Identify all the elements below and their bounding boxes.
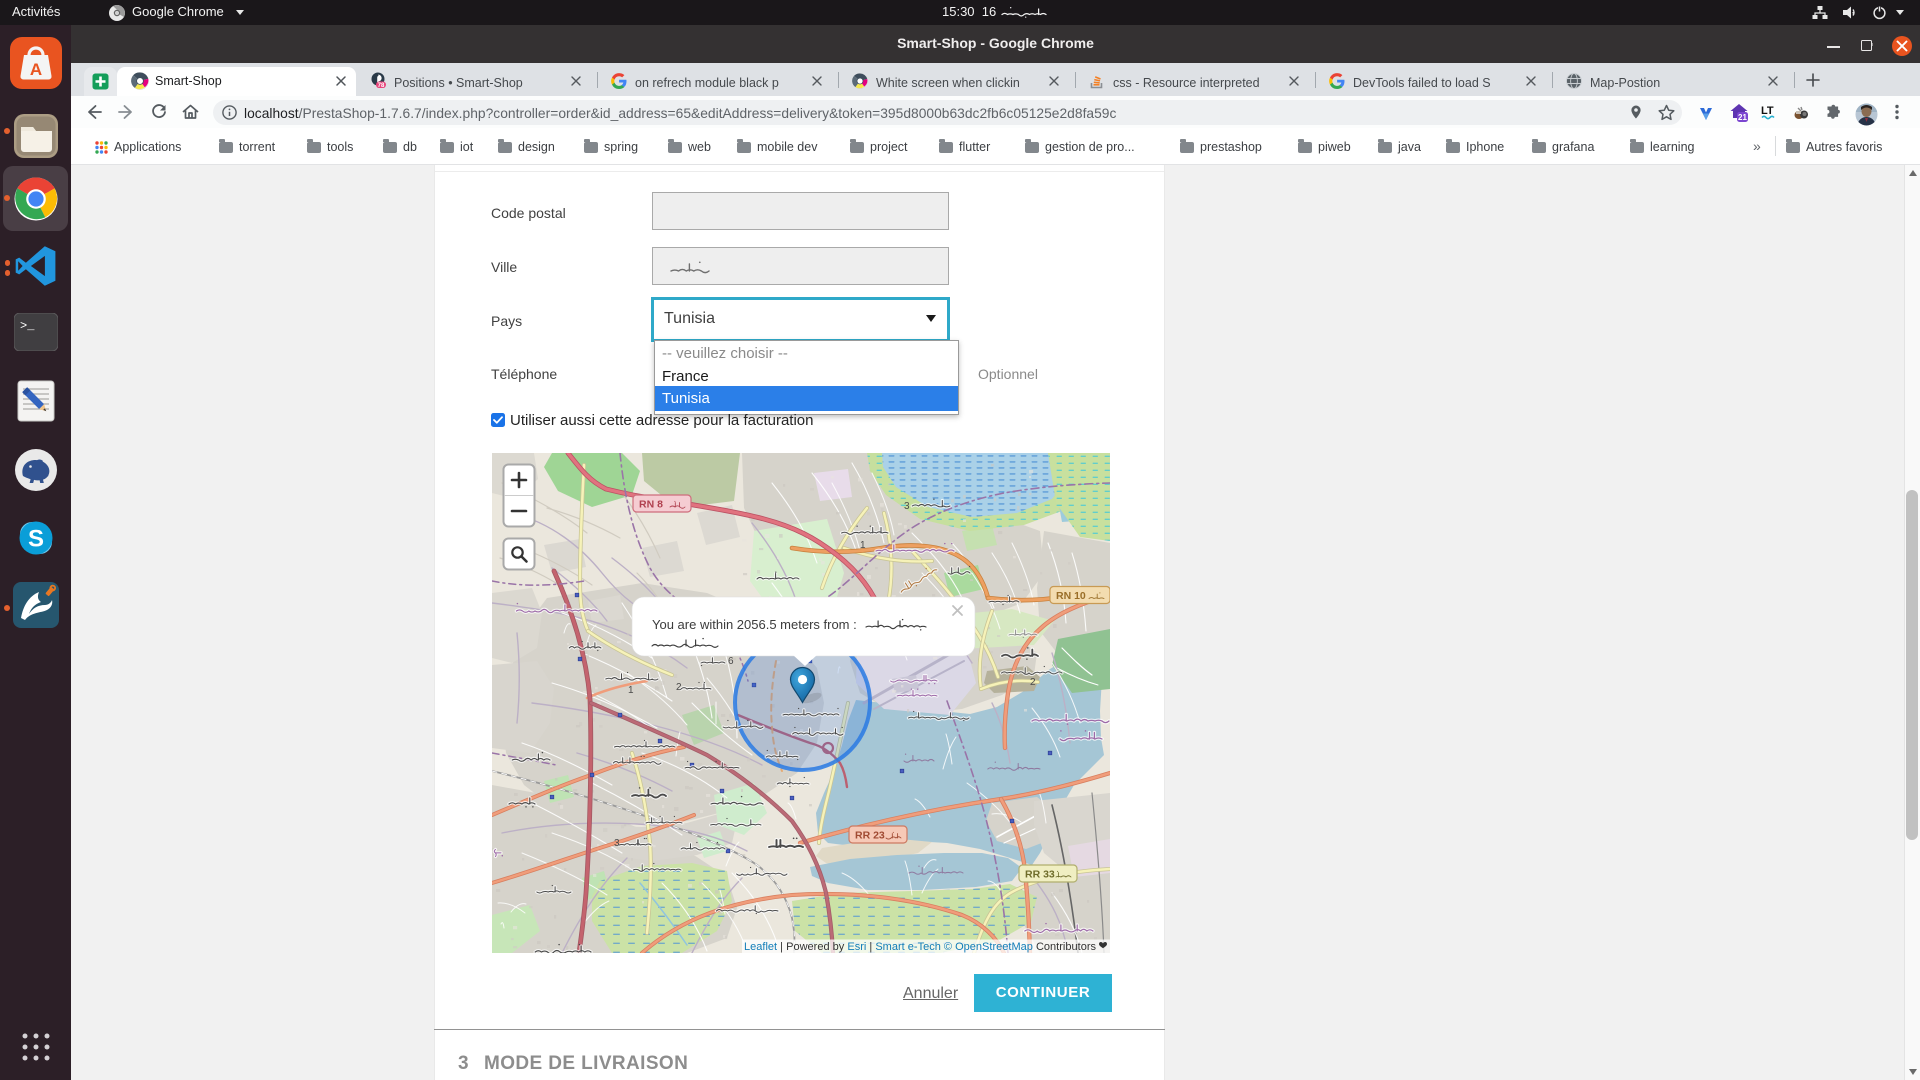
svg-text:RR 23: RR 23 [855,830,885,842]
svg-text:You are within 2056.5 meters f: You are within 2056.5 meters from : [652,617,857,632]
svg-text:6: 6 [728,656,734,667]
svg-text:1: 1 [628,685,634,696]
svg-text:A: A [30,60,42,79]
svg-text:1: 1 [860,540,866,551]
svg-text:78: 78 [378,83,385,89]
svg-text:LT: LT [1761,105,1774,117]
svg-text:S: S [28,526,44,553]
svg-text:>_: >_ [20,319,35,333]
svg-text:RN 10: RN 10 [1056,590,1086,602]
svg-text:RR 33: RR 33 [1025,869,1055,881]
svg-text:3: 3 [614,838,620,849]
svg-text:Leaflet | Powered by Esri | Sm: Leaflet | Powered by Esri | Smart e-Tech… [744,941,1097,953]
svg-text:2: 2 [1030,677,1036,688]
svg-text:21: 21 [1738,113,1747,122]
svg-text:RN 8: RN 8 [639,499,663,511]
svg-text:3: 3 [904,501,910,512]
svg-text:2: 2 [676,682,682,693]
